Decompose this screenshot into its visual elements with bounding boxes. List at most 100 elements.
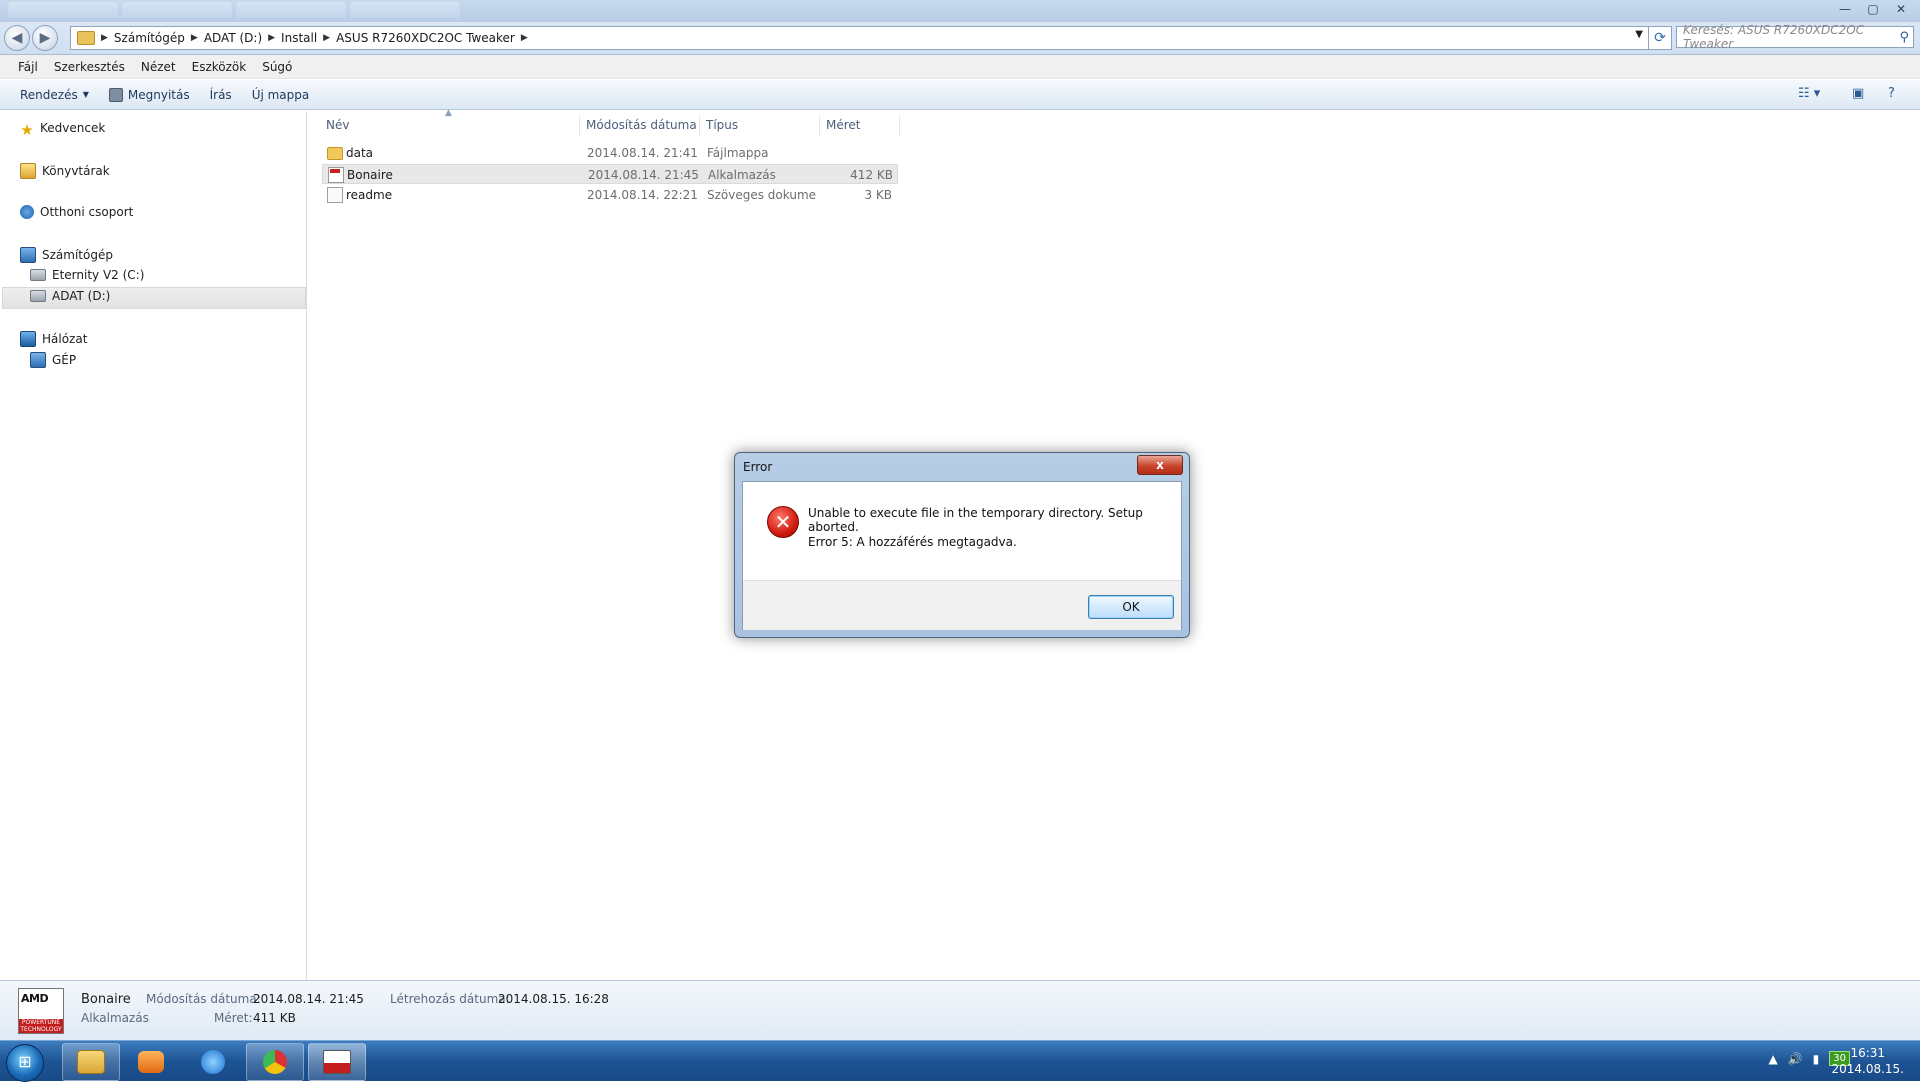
menu-view[interactable]: Nézet	[133, 60, 184, 74]
view-options-icon[interactable]: ☷ ▾	[1798, 86, 1820, 101]
background-window-tab[interactable]	[350, 2, 460, 18]
nav-drive-d-label: ADAT (D:)	[52, 289, 111, 303]
breadcrumb-drive[interactable]: ADAT (D:)	[204, 31, 262, 45]
menu-file[interactable]: Fájl	[10, 60, 46, 74]
column-header-size[interactable]: Méret	[822, 115, 900, 135]
address-row: ◀ ▶ ▶ Számítógép ▶ ADAT (D:) ▶ Install ▶…	[0, 22, 1920, 55]
homegroup-icon	[20, 205, 34, 219]
chevron-right-icon[interactable]: ▶	[323, 33, 330, 43]
chevron-right-icon[interactable]: ▶	[191, 33, 198, 43]
open-button[interactable]: Megnyitás	[99, 87, 200, 102]
taskbar-explorer[interactable]	[62, 1043, 120, 1081]
menu-edit[interactable]: Szerkesztés	[46, 60, 133, 74]
chevron-right-icon[interactable]: ▶	[268, 33, 275, 43]
background-window-tab[interactable]	[236, 2, 346, 18]
address-dropdown-icon[interactable]: ▼	[1635, 29, 1643, 40]
menu-tools[interactable]: Eszközök	[184, 60, 255, 74]
burn-button[interactable]: Írás	[200, 88, 242, 102]
nav-drive-c[interactable]: Eternity V2 (C:)	[30, 268, 144, 282]
computer-icon	[30, 352, 46, 368]
nav-homegroup[interactable]: Otthoni csoport	[20, 205, 133, 219]
clock-time: 16:31	[1850, 1046, 1886, 1060]
close-window-button[interactable]: ✕	[1888, 0, 1914, 18]
open-icon	[108, 87, 123, 102]
nav-libraries-label: Könyvtárak	[42, 164, 110, 178]
file-row[interactable]: readme 2014.08.14. 22:21 Szöveges dokume…	[322, 185, 898, 205]
maximize-button[interactable]: ▢	[1860, 0, 1886, 18]
taskbar-chrome[interactable]	[246, 1043, 304, 1081]
details-type: Alkalmazás	[81, 1011, 149, 1025]
breadcrumb-computer[interactable]: Számítógép	[114, 31, 185, 45]
organize-label: Rendezés	[20, 87, 78, 102]
error-message: Unable to execute file in the temporary …	[808, 506, 1143, 534]
back-button[interactable]: ◀	[4, 25, 30, 51]
window-controls: — ▢ ✕	[1832, 0, 1914, 18]
clock[interactable]: 16:31 2014.08.15.	[1831, 1045, 1904, 1077]
start-button[interactable]: ⊞	[6, 1044, 44, 1082]
file-row[interactable]: Bonaire 2014.08.14. 21:45 Alkalmazás 412…	[322, 164, 898, 184]
title-bar: — ▢ ✕	[0, 0, 1920, 22]
file-row[interactable]: data 2014.08.14. 21:41 Fájlmappa	[322, 143, 898, 163]
organize-button[interactable]: Rendezés ▼	[10, 88, 99, 102]
chevron-down-icon: ▼	[82, 90, 89, 99]
search-input[interactable]: Keresés: ASUS R7260XDC2OC Tweaker ⚲	[1676, 23, 1914, 51]
taskbar-media-player[interactable]	[122, 1043, 180, 1081]
nav-homegroup-label: Otthoni csoport	[40, 205, 134, 219]
dialog-footer: OK	[743, 580, 1181, 630]
taskbar-bonaire[interactable]	[308, 1043, 366, 1081]
chevron-right-icon[interactable]: ▶	[101, 33, 108, 43]
details-modified-label: Módosítás dátuma:	[146, 992, 261, 1006]
dialog-body: ✕ Unable to execute file in the temporar…	[742, 481, 1182, 630]
error-dialog: Error x ✕ Unable to execute file in the …	[734, 452, 1190, 638]
network-icon	[20, 331, 36, 347]
address-bar[interactable]: ▶ Számítógép ▶ ADAT (D:) ▶ Install ▶ ASU…	[70, 26, 1650, 50]
internet-explorer-icon	[201, 1050, 225, 1074]
taskbar-internet-explorer[interactable]	[184, 1043, 242, 1081]
network-signal-icon[interactable]: ▮	[1813, 1052, 1820, 1066]
amd-icon	[323, 1050, 351, 1074]
refresh-button[interactable]: ⟳	[1648, 26, 1672, 50]
help-icon[interactable]: ?	[1888, 86, 1895, 101]
new-folder-button[interactable]: Új mappa	[242, 88, 320, 102]
folder-icon	[77, 1050, 105, 1074]
details-created-value: 2014.08.15. 16:28	[498, 992, 609, 1006]
breadcrumb-tweaker[interactable]: ASUS R7260XDC2OC Tweaker	[336, 31, 515, 45]
dialog-close-button[interactable]: x	[1137, 455, 1183, 475]
computer-icon	[20, 247, 36, 263]
nav-network[interactable]: Hálózat	[20, 331, 87, 347]
breadcrumb-install[interactable]: Install	[281, 31, 317, 45]
column-header-date[interactable]: Módosítás dátuma	[582, 115, 700, 135]
nav-favorites[interactable]: ★ Kedvencek	[20, 121, 105, 139]
open-label: Megnyitás	[127, 87, 190, 102]
search-placeholder: Keresés: ASUS R7260XDC2OC Tweaker	[1683, 23, 1865, 51]
chrome-icon	[263, 1050, 287, 1074]
nav-drive-d[interactable]: ADAT (D:)	[30, 289, 110, 303]
nav-drive-c-label: Eternity V2 (C:)	[52, 268, 145, 282]
navigation-pane: ★ Kedvencek Könyvtárak Otthoni csoport S…	[0, 111, 307, 981]
file-date: 2014.08.14. 21:45	[588, 168, 699, 182]
background-windows	[8, 2, 460, 20]
search-icon[interactable]: ⚲	[1899, 30, 1909, 45]
column-header-type[interactable]: Típus	[702, 115, 820, 135]
file-size: 3 KB	[864, 188, 892, 202]
minimize-button[interactable]: —	[1832, 0, 1858, 18]
chevron-right-icon[interactable]: ▶	[521, 33, 528, 43]
amd-logo: AMD POWERTUNE TECHNOLOGY	[18, 988, 64, 1034]
volume-icon[interactable]: 🔊	[1788, 1052, 1803, 1066]
folder-icon	[77, 31, 95, 45]
column-header-name[interactable]: Név	[322, 115, 580, 135]
nav-computer[interactable]: Számítógép	[20, 247, 113, 263]
command-bar: Rendezés ▼ Megnyitás Írás Új mappa ☷ ▾ ▣…	[0, 80, 1920, 110]
background-window-tab[interactable]	[122, 2, 232, 18]
preview-pane-icon[interactable]: ▣	[1852, 86, 1864, 101]
background-window-tab[interactable]	[8, 2, 118, 18]
nav-libraries[interactable]: Könyvtárak	[20, 163, 110, 179]
menu-help[interactable]: Súgó	[254, 60, 300, 74]
ok-button[interactable]: OK	[1088, 595, 1174, 619]
show-hidden-icons-icon[interactable]: ▲	[1768, 1052, 1777, 1066]
nav-network-pc-label: GÉP	[52, 353, 77, 367]
file-name: Bonaire	[347, 168, 393, 182]
nav-network-pc[interactable]: GÉP	[30, 352, 76, 368]
forward-button[interactable]: ▶	[32, 25, 58, 51]
error-icon: ✕	[767, 506, 799, 538]
